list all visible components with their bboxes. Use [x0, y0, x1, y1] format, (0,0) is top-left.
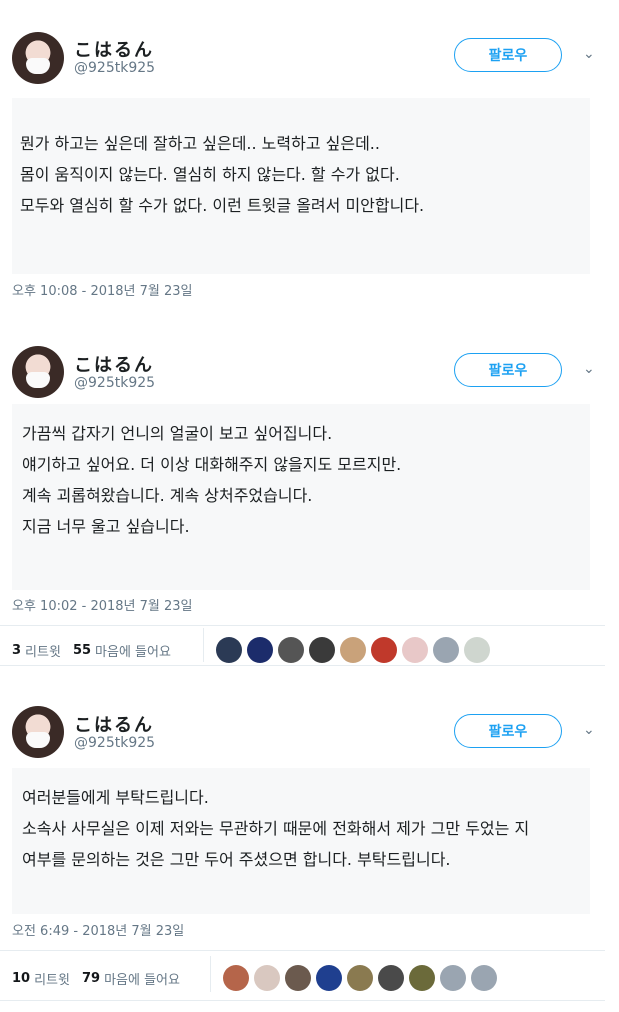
avatar[interactable]: [12, 32, 64, 84]
liker-avatar[interactable]: [433, 637, 459, 663]
display-name[interactable]: こはるん: [74, 36, 154, 62]
tweet-timestamp[interactable]: 오전 6:49 - 2018년 7월 23일: [12, 920, 184, 939]
liker-avatar[interactable]: [254, 965, 280, 991]
retweet-count[interactable]: 10: [12, 971, 30, 986]
chevron-down-icon[interactable]: ⌄: [583, 361, 595, 377]
liker-avatar[interactable]: [223, 965, 249, 991]
divider: [0, 950, 605, 951]
liker-avatar[interactable]: [409, 965, 435, 991]
liker-avatar[interactable]: [378, 965, 404, 991]
divider: [203, 628, 204, 662]
display-name[interactable]: こはるん: [74, 711, 154, 737]
tweet-stats: 10 리트윗 79 마음에 들어요: [12, 969, 180, 988]
tweet-line: 가끔씩 갑자기 언니의 얼굴이 보고 싶어집니다.: [22, 424, 333, 443]
user-handle[interactable]: @925tk925: [74, 735, 155, 751]
tweet-line: 지금 너무 울고 싶습니다.: [22, 517, 190, 536]
tweet-text: 가끔씩 갑자기 언니의 얼굴이 보고 싶어집니다. 얘기하고 싶어요. 더 이상…: [12, 404, 590, 590]
follow-button[interactable]: 팔로우: [454, 714, 562, 748]
tweet-line: 얘기하고 싶어요. 더 이상 대화해주지 않을지도 모르지만.: [22, 455, 402, 474]
tweet-line: 몸이 움직이지 않는다. 열심히 하지 않는다. 할 수가 없다.: [20, 165, 400, 184]
user-handle[interactable]: @925tk925: [74, 60, 155, 76]
avatar[interactable]: [12, 706, 64, 758]
tweet-text: 여러분들에게 부탁드립니다. 소속사 사무실은 이제 저와는 무관하기 때문에 …: [12, 768, 590, 914]
like-count[interactable]: 55: [73, 643, 91, 658]
chevron-down-icon[interactable]: ⌄: [583, 722, 595, 738]
tweet-line: 여러분들에게 부탁드립니다.: [22, 788, 209, 807]
divider: [0, 625, 605, 626]
tweet-stats: 3 리트윗 55 마음에 들어요: [12, 641, 171, 660]
tweet-text: 뭔가 하고는 싶은데 잘하고 싶은데.. 노력하고 싶은데.. 몸이 움직이지 …: [12, 98, 590, 274]
like-label[interactable]: 마음에 들어요: [95, 641, 171, 660]
divider: [0, 665, 605, 666]
tweet-timestamp[interactable]: 오후 10:08 - 2018년 7월 23일: [12, 280, 193, 299]
liker-avatar[interactable]: [216, 637, 242, 663]
retweet-label[interactable]: 리트윗: [34, 969, 70, 988]
liker-avatar[interactable]: [371, 637, 397, 663]
tweet-timestamp[interactable]: 오후 10:02 - 2018년 7월 23일: [12, 595, 193, 614]
divider: [210, 956, 211, 992]
tweet-line: 뭔가 하고는 싶은데 잘하고 싶은데.. 노력하고 싶은데..: [20, 134, 380, 153]
tweet-line: 모두와 열심히 할 수가 없다. 이런 트윗글 올려서 미안합니다.: [20, 196, 425, 215]
liker-avatar[interactable]: [402, 637, 428, 663]
retweet-label[interactable]: 리트윗: [25, 641, 61, 660]
liker-avatar[interactable]: [278, 637, 304, 663]
like-count[interactable]: 79: [82, 971, 100, 986]
liker-avatar[interactable]: [285, 965, 311, 991]
liker-avatar[interactable]: [340, 637, 366, 663]
display-name[interactable]: こはるん: [74, 351, 154, 377]
retweet-count[interactable]: 3: [12, 643, 21, 658]
user-handle[interactable]: @925tk925: [74, 375, 155, 391]
liker-avatar[interactable]: [464, 637, 490, 663]
liker-avatar[interactable]: [347, 965, 373, 991]
tweet-line: 소속사 사무실은 이제 저와는 무관하기 때문에 전화해서 제가 그만 두었는 …: [22, 819, 530, 838]
liker-avatar[interactable]: [471, 965, 497, 991]
liker-avatar[interactable]: [440, 965, 466, 991]
divider: [0, 1000, 605, 1001]
follow-button[interactable]: 팔로우: [454, 353, 562, 387]
liker-avatar[interactable]: [316, 965, 342, 991]
liker-avatar[interactable]: [247, 637, 273, 663]
like-label[interactable]: 마음에 들어요: [104, 969, 180, 988]
follow-button[interactable]: 팔로우: [454, 38, 562, 72]
liker-avatars: [223, 965, 502, 991]
chevron-down-icon[interactable]: ⌄: [583, 46, 595, 62]
tweet-line: 여부를 문의하는 것은 그만 두어 주셨으면 합니다. 부탁드립니다.: [22, 850, 451, 869]
tweet-line: 계속 괴롭혀왔습니다. 계속 상처주었습니다.: [22, 486, 313, 505]
liker-avatar[interactable]: [309, 637, 335, 663]
avatar[interactable]: [12, 346, 64, 398]
liker-avatars: [216, 637, 495, 663]
